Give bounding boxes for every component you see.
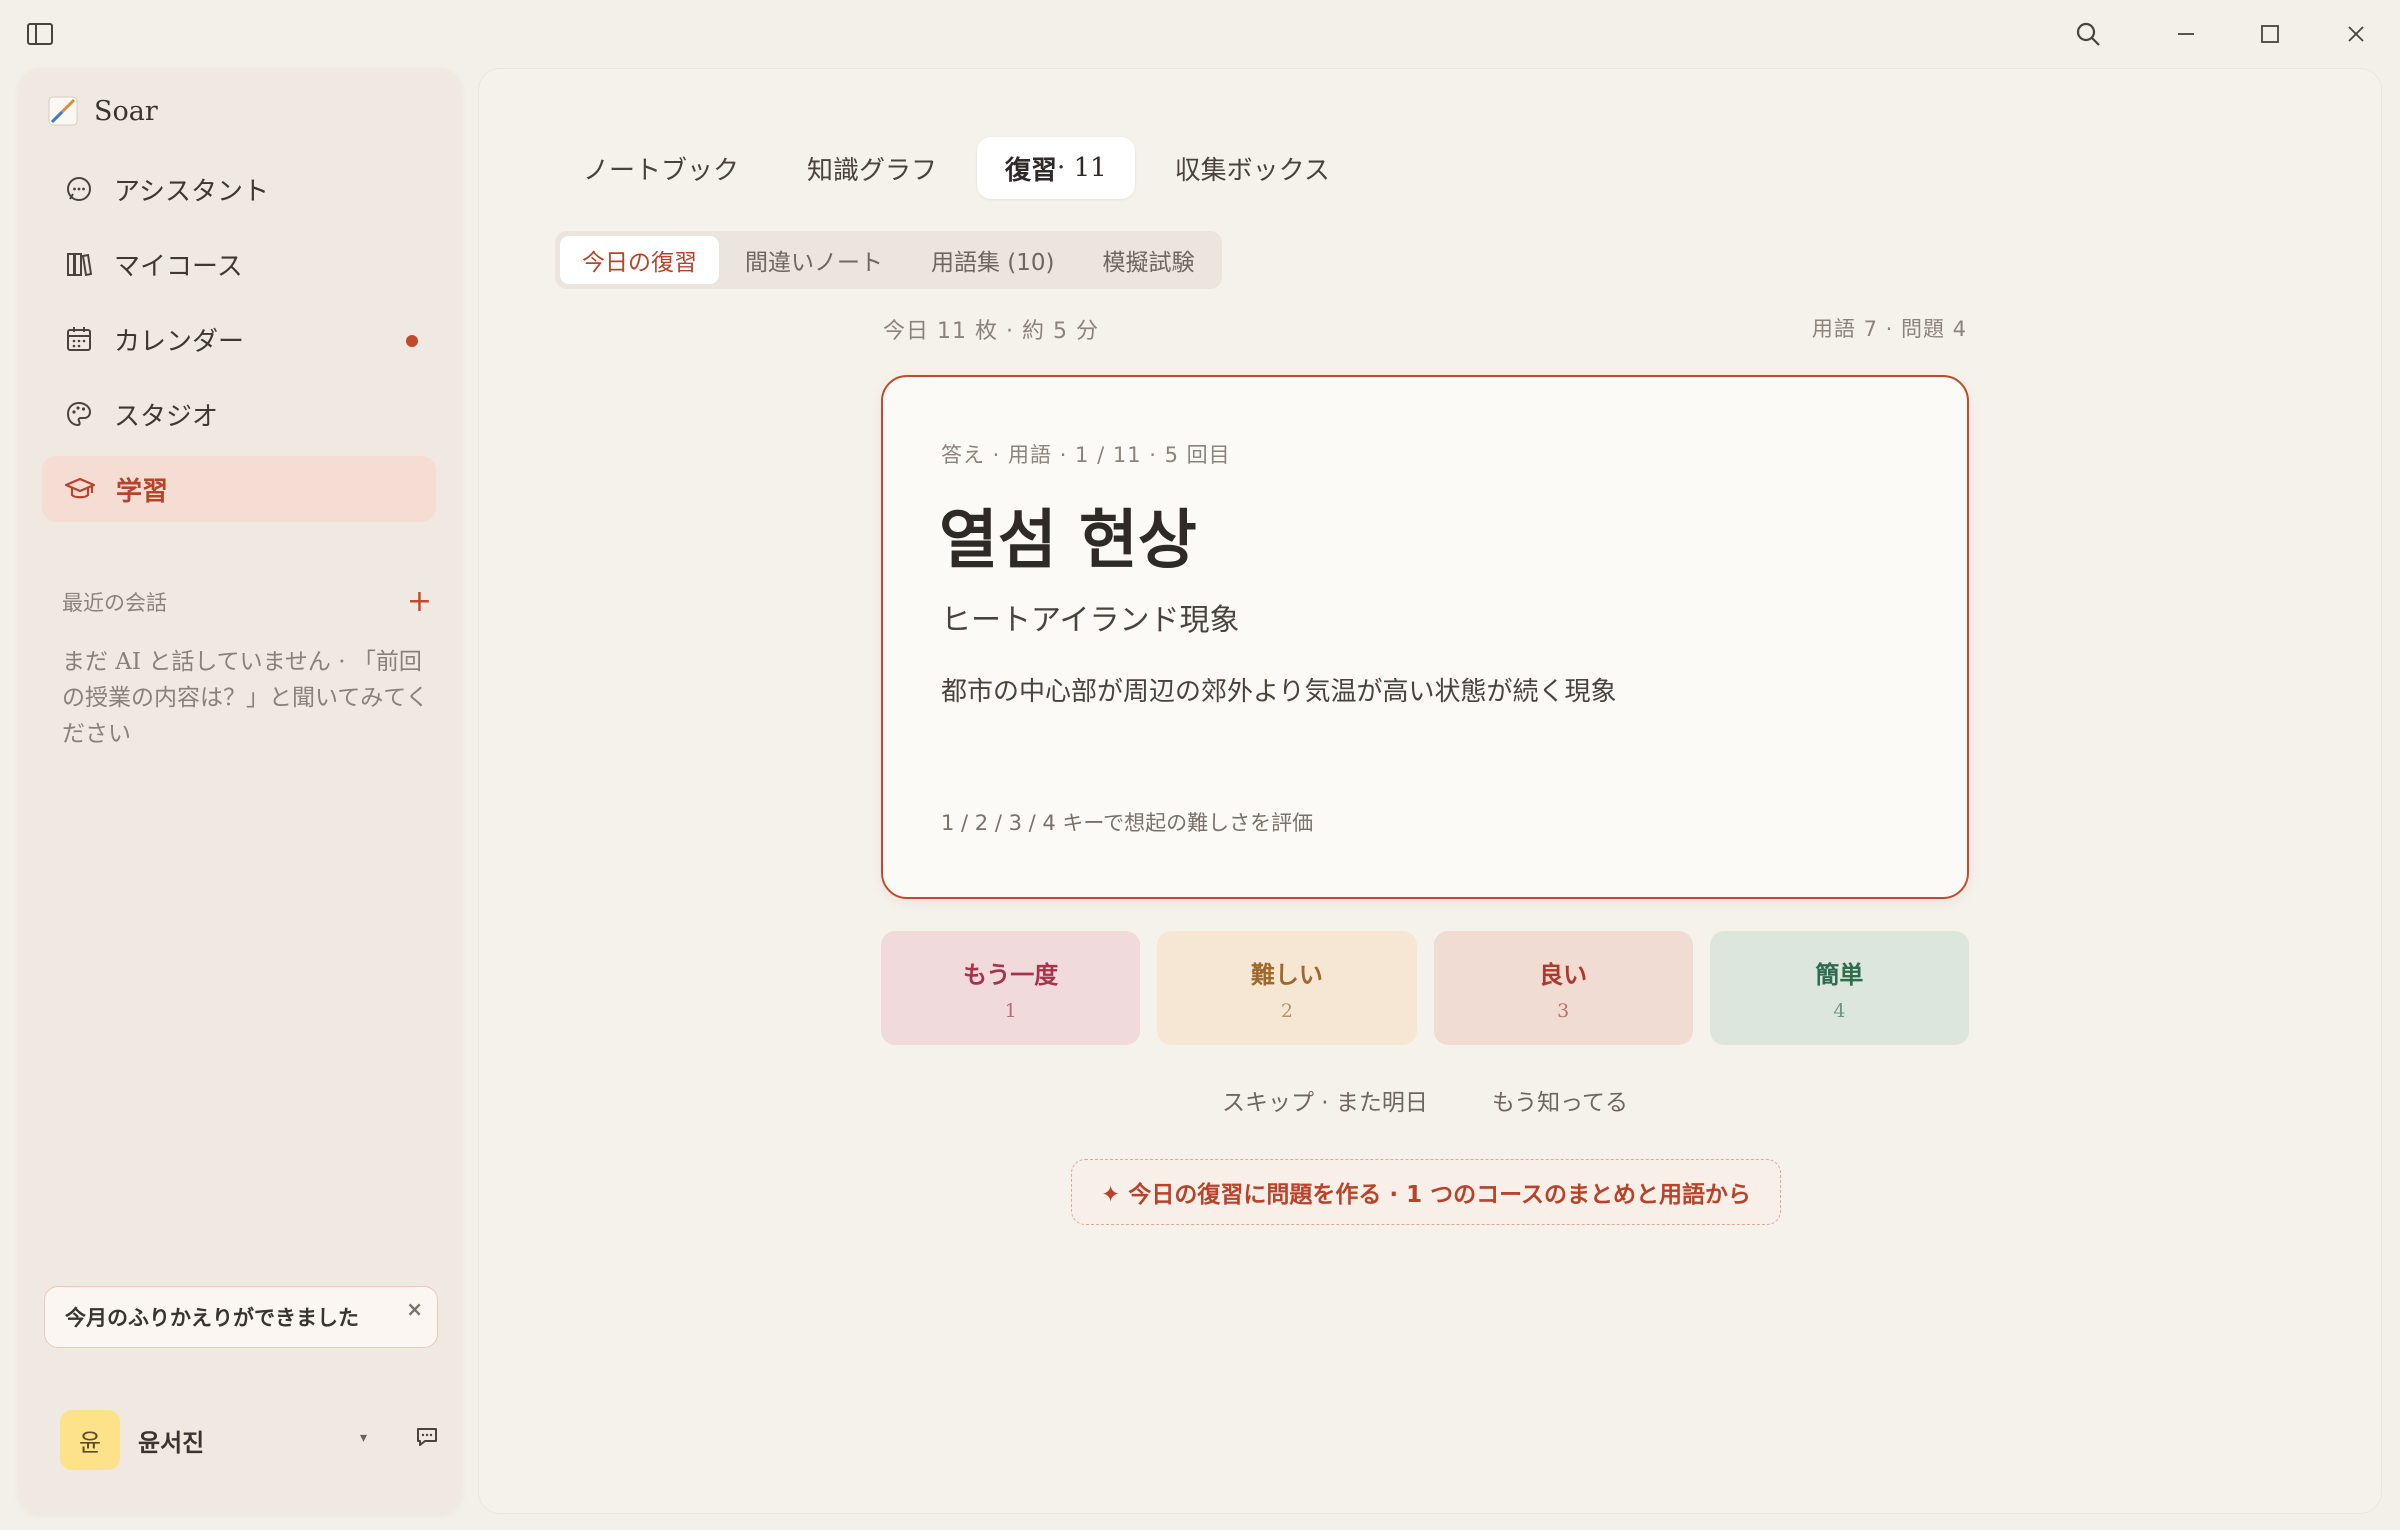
rate-hard-button[interactable]: 難しい 2 [1157,931,1417,1045]
avatar: 윤 [60,1410,120,1470]
rate-again-button[interactable]: もう一度 1 [881,931,1141,1045]
sidebar-nav: アシスタント マイコース カレンダー スタジオ 学習 [42,156,436,531]
main-panel: ノートブック 知識グラフ 復習 · 11 収集ボックス 今日の復習 間違いノート… [478,68,2382,1514]
main-tabs: ノートブック 知識グラフ 復習 · 11 収集ボックス [555,137,1358,199]
rate-key: 4 [1833,999,1846,1022]
rate-label: 良い [1539,960,1588,989]
app-logo-icon [48,96,78,126]
close-icon [2348,26,2364,42]
sidebar-item-my-courses[interactable]: マイコース [42,231,436,297]
already-known-button[interactable]: もう知ってる [1492,1083,1628,1117]
rate-key: 2 [1280,999,1293,1022]
add-conversation-button[interactable]: + [407,587,432,617]
subtab-label: 間違いノート [745,250,883,276]
tab-label: ノートブック [583,155,740,186]
review-summary: 今日 11 枚 · 約 5 分 [883,319,1099,344]
toast-close-button[interactable]: × [406,1297,423,1321]
title-bar [0,0,2400,66]
books-icon [67,253,93,277]
subtab-mock-exam[interactable]: 模擬試験 [1081,236,1217,284]
palette-icon [66,401,92,427]
rate-key: 1 [1004,999,1017,1022]
search-button[interactable] [2068,14,2108,54]
maximize-button[interactable] [2250,14,2290,54]
sidebar-item-label: カレンダー [114,326,245,357]
user-profile[interactable]: 윤 윤서진 ▾ [60,1410,440,1470]
feedback-button[interactable] [414,1424,440,1454]
rate-good-button[interactable]: 良い 3 [1433,931,1693,1045]
tab-label: 復習 [1005,155,1058,186]
brand[interactable]: Soar [46,94,158,128]
card-meta: 答え · 用語 · 1 / 11 · 5 回目 [941,443,1231,467]
sidebar-item-label: アシスタント [114,176,269,207]
tab-count: · 11 [1057,153,1107,183]
tab-label: 知識グラフ [807,155,938,186]
review-breakdown: 用語 7 · 問題 4 [1811,317,1967,341]
subtab-today-review[interactable]: 今日の復習 [560,236,719,284]
monthly-review-toast[interactable]: 今月のふりかえりができました × [44,1286,438,1348]
review-subtabs: 今日の復習 間違いノート 用語集 (10) 模擬試験 [555,231,1222,289]
sidebar: Soar アシスタント マイコース カレンダー スタジオ 学習 最近の会話 + … [18,68,462,1514]
subtab-label: 模擬試験 [1102,250,1195,276]
chat-bubble-icon [67,177,91,201]
sidebar-item-calendar[interactable]: カレンダー [42,306,436,372]
tab-review[interactable]: 復習 · 11 [977,137,1135,199]
tab-label: 収集ボックス [1174,155,1330,186]
sidebar-item-label: マイコース [114,251,243,282]
card-keyboard-hint: 1 / 2 / 3 / 4 キーで想起の難しさを評価 [941,811,1314,835]
message-icon [417,1428,437,1446]
app-name: Soar [94,95,158,127]
rate-easy-button[interactable]: 簡単 4 [1709,931,1969,1045]
subtab-mistake-notes[interactable]: 間違いノート [723,236,905,284]
recent-conversations-label: 最近の会話 [62,591,167,615]
subtab-glossary[interactable]: 用語集 (10) [909,236,1077,284]
chevron-down-icon[interactable]: ▾ [360,1430,367,1446]
card-translation: ヒートアイランド現象 [941,603,1240,638]
card-term: 열섬 현상 [939,504,1197,578]
sidebar-toggle-button[interactable] [20,14,60,54]
toast-text: 今月のふりかえりができました [65,1306,359,1330]
sidebar-toggle-icon [27,23,53,45]
sidebar-item-label: 学習 [116,476,169,507]
sidebar-item-label: スタジオ [114,401,219,432]
minimize-icon [2178,33,2194,35]
flashcard[interactable]: 答え · 用語 · 1 / 11 · 5 回目 열섬 현상 ヒートアイランド現象… [881,375,1969,899]
generate-questions-button[interactable]: ✦ 今日の復習に問題を作る · 1 つのコースのまとめと用語から [1071,1159,1781,1225]
notification-dot [406,335,418,347]
sidebar-item-learning[interactable]: 学習 [42,456,436,522]
subtab-label: 今日の復習 [582,250,697,276]
rating-buttons: もう一度 1 難しい 2 良い 3 簡単 4 [881,931,1969,1045]
recent-empty-message: まだ AI と話していません · 「前回の授業の内容は？」と聞いてみてください [62,649,429,747]
tab-inbox[interactable]: 収集ボックス [1147,137,1358,199]
maximize-icon [2261,25,2279,43]
graduation-cap-icon [64,477,96,499]
search-icon [2076,22,2100,46]
rate-label: 難しい [1250,960,1323,989]
user-name: 윤서진 [138,1428,205,1457]
rate-label: 簡単 [1815,960,1864,989]
rate-label: もう一度 [962,960,1059,989]
subtab-label: 用語集 (10) [931,250,1055,276]
secondary-actions: スキップ · また明日 もう知ってる [881,1083,1969,1117]
tab-knowledge-graph[interactable]: 知識グラフ [779,137,965,199]
sidebar-item-assistant[interactable]: アシスタント [42,156,436,222]
calendar-icon [67,327,91,351]
close-window-button[interactable] [2336,14,2376,54]
sidebar-item-studio[interactable]: スタジオ [42,381,436,447]
tab-notebook[interactable]: ノートブック [555,137,767,199]
skip-button[interactable]: スキップ · また明日 [1222,1083,1428,1117]
card-definition: 都市の中心部が周辺の郊外より気温が高い状態が続く現象 [941,677,1617,707]
recent-conversations-header: 最近の会話 + [62,587,432,617]
minimize-button[interactable] [2166,14,2206,54]
rate-key: 3 [1557,999,1570,1022]
